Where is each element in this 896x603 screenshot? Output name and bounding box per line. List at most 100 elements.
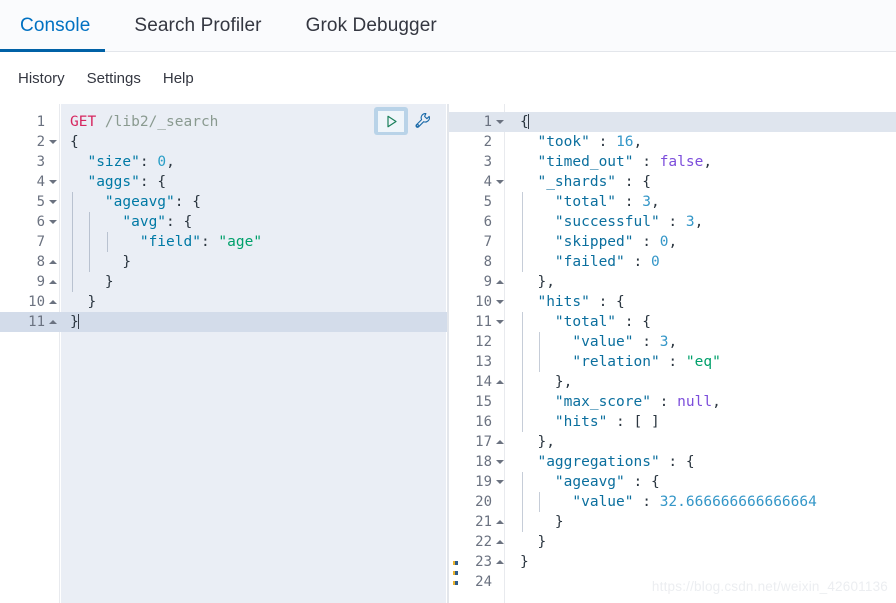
code-line[interactable]: 5 "ageavg": { — [0, 192, 447, 212]
code-line[interactable]: 19 "ageavg" : { — [447, 472, 896, 492]
code-line[interactable]: 18 "aggregations" : { — [447, 452, 896, 472]
code-token: , — [703, 154, 713, 170]
wrench-icon[interactable] — [412, 109, 434, 133]
fold-expand-icon[interactable] — [46, 272, 61, 292]
fold-expand-icon[interactable] — [46, 252, 61, 272]
fold-collapse-icon[interactable] — [46, 192, 61, 212]
code-token: : — [589, 134, 617, 150]
code-line[interactable]: 15 "max_score" : null, — [447, 392, 896, 412]
fold-collapse-icon[interactable] — [46, 132, 61, 152]
submenu-item-history[interactable]: History — [18, 70, 65, 87]
line-number: 5 — [483, 194, 492, 210]
fold-collapse-icon[interactable] — [46, 172, 61, 192]
code-line[interactable]: 3 "timed_out" : false, — [447, 152, 896, 172]
code-line[interactable]: 9 }, — [447, 272, 896, 292]
code-line[interactable]: 22 } — [447, 532, 896, 552]
submenu-item-help[interactable]: Help — [163, 70, 194, 87]
send-request-button[interactable] — [374, 107, 408, 135]
indent-guide — [72, 192, 73, 212]
code-token: 16 — [616, 134, 634, 150]
drag-handle-icon[interactable] — [451, 561, 460, 585]
code-token: } — [70, 294, 97, 310]
code-line[interactable]: 23} — [447, 552, 896, 572]
fold-expand-icon[interactable] — [46, 292, 61, 312]
tab-grok-debugger[interactable]: Grok Debugger — [306, 0, 459, 52]
fold-collapse-icon[interactable] — [493, 112, 508, 132]
code-line[interactable]: 10 "hits" : { — [447, 292, 896, 312]
code-text: "avg": { — [61, 212, 447, 232]
line-number: 7 — [36, 234, 45, 250]
code-line[interactable]: 20 "value" : 32.666666666666664 — [447, 492, 896, 512]
code-token: "value" — [572, 494, 634, 510]
response-lines[interactable]: 1{2 "took" : 16, 3 "timed_out" : false, 4 … — [447, 104, 896, 592]
code-line[interactable]: 3 "size": 0, — [0, 152, 447, 172]
tab-search-profiler[interactable]: Search Profiler — [134, 0, 283, 52]
code-token: , — [668, 334, 678, 350]
text-cursor — [527, 114, 529, 129]
code-line[interactable]: 11 "total" : { — [447, 312, 896, 332]
submenu-item-settings[interactable]: Settings — [87, 70, 141, 87]
code-line[interactable]: 4 "aggs": { — [0, 172, 447, 192]
code-token: : — [633, 234, 660, 250]
code-line[interactable]: 6 "avg": { — [0, 212, 447, 232]
top-tab-bar: Console Search Profiler Grok Debugger — [0, 0, 896, 52]
fold-collapse-icon[interactable] — [493, 312, 508, 332]
line-number: 4 — [483, 174, 492, 190]
code-line[interactable]: 2 "took" : 16, — [447, 132, 896, 152]
line-number: 17 — [475, 434, 492, 450]
code-line[interactable]: 2{ — [0, 132, 447, 152]
code-token: } — [70, 254, 132, 270]
code-line[interactable]: 12 "value" : 3, — [447, 332, 896, 352]
watermark: https://blog.csdn.net/weixin_42601136 — [651, 579, 888, 594]
code-line[interactable]: 4 "_shards" : { — [447, 172, 896, 192]
fold-collapse-icon[interactable] — [493, 472, 508, 492]
line-number: 2 — [483, 134, 492, 150]
fold-collapse-icon[interactable] — [493, 452, 508, 472]
code-line[interactable]: 21 } — [447, 512, 896, 532]
line-number: 20 — [475, 494, 492, 510]
fold-expand-icon[interactable] — [493, 372, 508, 392]
code-line[interactable]: 9 } — [0, 272, 447, 292]
code-line[interactable]: 7 "field": "age" — [0, 232, 447, 252]
request-lines[interactable]: 1 GET /lib2/_search 2{3 "size": 0, 4 "aggs"… — [0, 104, 447, 332]
fold-expand-icon[interactable] — [493, 432, 508, 452]
indent-guide — [72, 212, 73, 232]
code-line[interactable]: 16 "hits" : [ ] — [447, 412, 896, 432]
response-pane[interactable]: 1{2 "took" : 16, 3 "timed_out" : false, 4 … — [447, 104, 896, 603]
fold-expand-icon[interactable] — [46, 312, 61, 332]
fold-expand-icon[interactable] — [493, 552, 508, 572]
code-token: }, — [520, 274, 555, 290]
code-line[interactable]: 10 } — [0, 292, 447, 312]
line-number: 12 — [475, 334, 492, 350]
code-line[interactable]: 7 "skipped" : 0, — [447, 232, 896, 252]
indent-guide — [72, 232, 73, 252]
code-line[interactable]: 17 }, — [447, 432, 896, 452]
code-line[interactable]: 8 "failed" : 0 — [447, 252, 896, 272]
request-pane[interactable]: 1 GET /lib2/_search 2{3 "size": 0, 4 "aggs"… — [0, 104, 447, 603]
indent-guide — [539, 352, 541, 372]
indent-guide — [522, 352, 523, 372]
code-token: "avg" — [122, 214, 167, 230]
fold-expand-icon[interactable] — [493, 512, 508, 532]
code-line[interactable]: 11} — [0, 312, 447, 332]
fold-collapse-icon[interactable] — [46, 212, 61, 232]
code-line[interactable]: 1{ — [447, 112, 896, 132]
code-line[interactable]: 14 }, — [447, 372, 896, 392]
fold-expand-icon[interactable] — [493, 532, 508, 552]
fold-expand-icon[interactable] — [493, 272, 508, 292]
console-submenu: History Settings Help — [0, 52, 896, 104]
code-line[interactable]: 5 "total" : 3, — [447, 192, 896, 212]
code-text: "max_score" : null, — [508, 392, 896, 412]
fold-collapse-icon[interactable] — [493, 172, 508, 192]
tab-console[interactable]: Console — [0, 0, 112, 52]
code-text: "relation" : "eq" — [508, 352, 896, 372]
code-line[interactable]: 8 } — [0, 252, 447, 272]
code-line[interactable]: 6 "successful" : 3, — [447, 212, 896, 232]
code-text: "hits" : { — [508, 292, 896, 312]
code-line[interactable]: 13 "relation" : "eq" — [447, 352, 896, 372]
fold-collapse-icon[interactable] — [493, 292, 508, 312]
